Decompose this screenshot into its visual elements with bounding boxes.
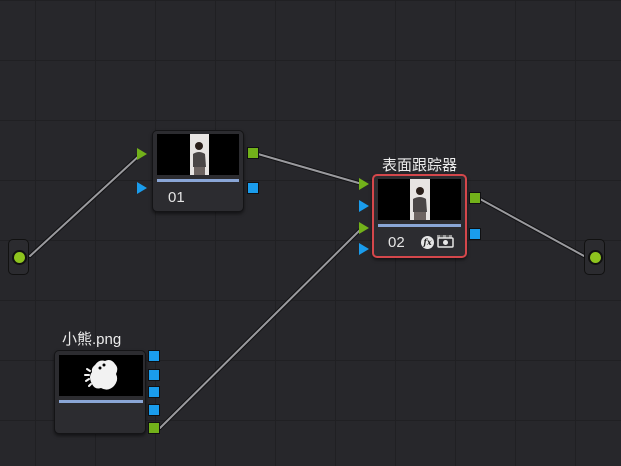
node-01-label: 01 xyxy=(168,189,185,206)
node-02-progress-bar xyxy=(378,224,461,227)
node-02-key-input-port[interactable] xyxy=(359,200,369,212)
bear-output-port-4[interactable] xyxy=(148,404,160,416)
bear-node-thumbnail xyxy=(59,355,143,396)
wire-01-to-02 xyxy=(257,153,363,185)
node-01-rgb-output-port[interactable] xyxy=(247,147,259,159)
bear-output-port-1[interactable] xyxy=(148,350,160,362)
node-01-thumbnail xyxy=(157,134,239,175)
bear-rgb-output-port[interactable] xyxy=(148,422,160,434)
node-02[interactable]: 02 fx xyxy=(372,174,467,258)
bear-node-progress-bar xyxy=(59,400,143,403)
bear-png-node[interactable] xyxy=(54,350,146,434)
node-02-thumbnail xyxy=(378,179,461,220)
media-out-input-port[interactable] xyxy=(588,250,603,265)
bear-output-port-3[interactable] xyxy=(148,386,160,398)
thumbnail-image xyxy=(190,134,209,175)
bear-silhouette-image xyxy=(59,355,143,396)
node-02-label: 02 xyxy=(388,234,405,251)
bear-output-port-2[interactable] xyxy=(148,369,160,381)
node-01-key-input-port[interactable] xyxy=(137,182,147,194)
camera-icon xyxy=(437,235,454,248)
bear-node-title: 小熊.png xyxy=(62,331,122,348)
wire-02-to-output xyxy=(479,198,585,257)
thumbnail-image xyxy=(410,179,430,220)
wire-input-to-01 xyxy=(29,154,141,257)
media-in-node[interactable] xyxy=(8,239,29,275)
media-in-output-port[interactable] xyxy=(12,250,27,265)
fx-icon: fx xyxy=(421,236,434,249)
node-02-title: 表面跟踪器 xyxy=(382,157,458,174)
node-01-key-output-port[interactable] xyxy=(247,182,259,194)
node-02-rgb-input-port[interactable] xyxy=(359,178,369,190)
node-02-rgb-input-port-2[interactable] xyxy=(359,222,369,234)
node-01[interactable]: 01 xyxy=(152,130,244,212)
node-02-key-output-port[interactable] xyxy=(469,228,481,240)
node-01-rgb-input-port[interactable] xyxy=(137,148,147,160)
wire-bear-to-02 xyxy=(159,227,363,429)
node-02-rgb-output-port[interactable] xyxy=(469,192,481,204)
node-01-progress-bar xyxy=(157,179,239,182)
node-02-key-input-port-2[interactable] xyxy=(359,243,369,255)
media-out-node[interactable] xyxy=(584,239,605,275)
